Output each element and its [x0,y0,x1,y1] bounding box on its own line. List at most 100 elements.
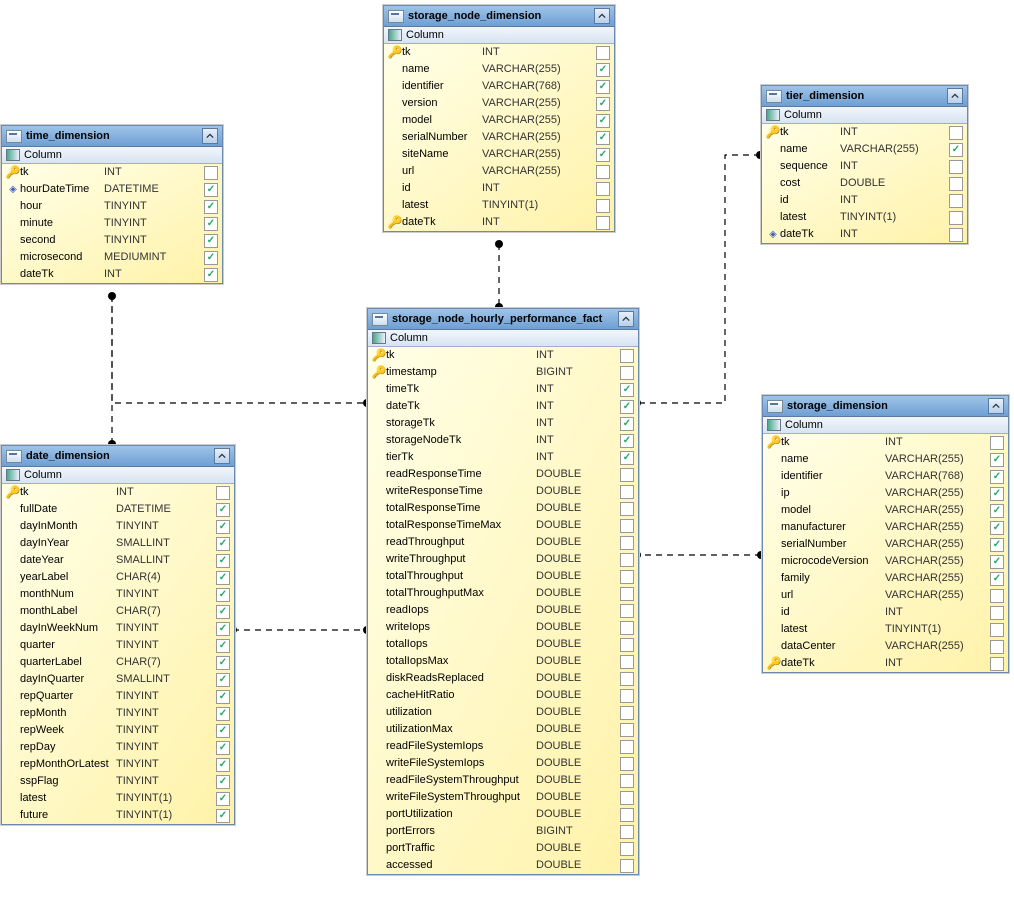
column-checkbox[interactable] [216,605,230,619]
column-checkbox[interactable] [620,672,634,686]
column-row[interactable]: 🔑tkINT [2,164,222,181]
column-checkbox[interactable] [620,485,634,499]
column-row[interactable]: monthLabelCHAR(7) [2,603,234,620]
column-row[interactable]: idINT [763,604,1008,621]
column-checkbox[interactable] [990,589,1004,603]
table-header[interactable]: time_dimension [2,126,222,147]
column-checkbox[interactable] [990,555,1004,569]
column-row[interactable]: 🔑tkINT [384,44,614,61]
column-row[interactable]: totalIopsDOUBLE [368,636,638,653]
column-row[interactable]: microcodeVersionVARCHAR(255) [763,553,1008,570]
column-checkbox[interactable] [620,621,634,635]
column-checkbox[interactable] [596,182,610,196]
column-row[interactable]: serialNumberVARCHAR(255) [384,129,614,146]
collapse-button[interactable] [202,128,218,144]
collapse-button[interactable] [214,448,230,464]
column-row[interactable]: readFileSystemThroughputDOUBLE [368,772,638,789]
column-checkbox[interactable] [216,537,230,551]
column-checkbox[interactable] [949,160,963,174]
column-checkbox[interactable] [596,131,610,145]
column-row[interactable]: secondTINYINT [2,232,222,249]
column-checkbox[interactable] [216,741,230,755]
column-row[interactable]: diskReadsReplacedDOUBLE [368,670,638,687]
column-row[interactable]: versionVARCHAR(255) [384,95,614,112]
column-row[interactable]: timeTkINT [368,381,638,398]
column-checkbox[interactable] [990,453,1004,467]
column-checkbox[interactable] [204,234,218,248]
column-row[interactable]: writeResponseTimeDOUBLE [368,483,638,500]
column-checkbox[interactable] [620,774,634,788]
column-checkbox[interactable] [990,606,1004,620]
column-checkbox[interactable] [204,217,218,231]
column-row[interactable]: urlVARCHAR(255) [763,587,1008,604]
column-checkbox[interactable] [620,859,634,873]
column-checkbox[interactable] [216,639,230,653]
column-checkbox[interactable] [216,622,230,636]
column-checkbox[interactable] [620,842,634,856]
column-row[interactable]: monthNumTINYINT [2,586,234,603]
table-storage-node-dimension[interactable]: storage_node_dimensionColumn🔑tkINTnameVA… [383,5,615,232]
collapse-button[interactable] [988,398,1004,414]
column-checkbox[interactable] [620,383,634,397]
column-checkbox[interactable] [949,228,963,242]
table-header[interactable]: storage_node_dimension [384,6,614,27]
column-checkbox[interactable] [990,436,1004,450]
column-row[interactable]: totalIopsMaxDOUBLE [368,653,638,670]
column-row[interactable]: familyVARCHAR(255) [763,570,1008,587]
column-checkbox[interactable] [596,46,610,60]
column-row[interactable]: readThroughputDOUBLE [368,534,638,551]
column-checkbox[interactable] [990,640,1004,654]
column-checkbox[interactable] [596,97,610,111]
column-row[interactable]: repQuarterTINYINT [2,688,234,705]
column-checkbox[interactable] [620,400,634,414]
column-row[interactable]: portUtilizationDOUBLE [368,806,638,823]
column-row[interactable]: latestTINYINT(1) [2,790,234,807]
table-header[interactable]: date_dimension [2,446,234,467]
column-row[interactable]: nameVARCHAR(255) [762,141,967,158]
column-checkbox[interactable] [216,707,230,721]
column-row[interactable]: fullDateDATETIME [2,501,234,518]
column-row[interactable]: 🔑tkINT [762,124,967,141]
column-checkbox[interactable] [216,571,230,585]
column-row[interactable]: dayInYearSMALLINT [2,535,234,552]
column-row[interactable]: dayInMonthTINYINT [2,518,234,535]
column-checkbox[interactable] [990,657,1004,671]
column-checkbox[interactable] [949,143,963,157]
column-row[interactable]: yearLabelCHAR(4) [2,569,234,586]
column-row[interactable]: totalResponseTimeMaxDOUBLE [368,517,638,534]
column-checkbox[interactable] [596,148,610,162]
column-checkbox[interactable] [620,740,634,754]
column-row[interactable]: 🔑timestampBIGINT [368,364,638,381]
column-row[interactable]: repDayTINYINT [2,739,234,756]
column-row[interactable]: quarterLabelCHAR(7) [2,654,234,671]
column-checkbox[interactable] [990,623,1004,637]
column-row[interactable]: totalThroughputDOUBLE [368,568,638,585]
column-row[interactable]: ◈dateTkINT [762,226,967,243]
column-checkbox[interactable] [204,251,218,265]
column-row[interactable]: writeIopsDOUBLE [368,619,638,636]
column-checkbox[interactable] [949,194,963,208]
column-checkbox[interactable] [216,792,230,806]
column-checkbox[interactable] [620,366,634,380]
column-row[interactable]: 🔑dateTkINT [384,214,614,231]
column-row[interactable]: serialNumberVARCHAR(255) [763,536,1008,553]
column-row[interactable]: dateTkINT [368,398,638,415]
column-checkbox[interactable] [620,468,634,482]
column-row[interactable]: latestTINYINT(1) [763,621,1008,638]
column-row[interactable]: latestTINYINT(1) [384,197,614,214]
column-checkbox[interactable] [620,417,634,431]
collapse-button[interactable] [618,311,634,327]
column-checkbox[interactable] [620,536,634,550]
column-row[interactable]: urlVARCHAR(255) [384,163,614,180]
table-storage-node-hourly-performance-fact[interactable]: storage_node_hourly_performance_factColu… [367,308,639,875]
column-row[interactable]: minuteTINYINT [2,215,222,232]
column-checkbox[interactable] [620,808,634,822]
column-checkbox[interactable] [620,349,634,363]
column-checkbox[interactable] [990,538,1004,552]
column-checkbox[interactable] [596,114,610,128]
column-checkbox[interactable] [620,655,634,669]
column-row[interactable]: idINT [384,180,614,197]
column-checkbox[interactable] [990,521,1004,535]
column-checkbox[interactable] [216,554,230,568]
column-row[interactable]: cacheHitRatioDOUBLE [368,687,638,704]
